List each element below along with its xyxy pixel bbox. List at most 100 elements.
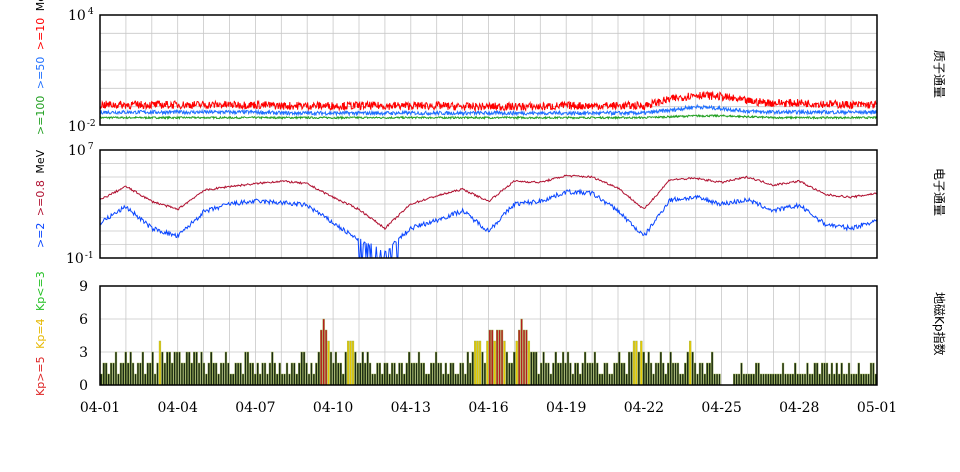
kp-bar: [864, 373, 868, 386]
kp-bar: [127, 362, 130, 386]
kp-bar: [483, 362, 487, 386]
kp-bar: [632, 340, 636, 386]
kp-bar: [393, 362, 396, 386]
kp-bar: [202, 362, 206, 386]
kp-bar: [461, 362, 465, 386]
kp-bar: [791, 373, 794, 386]
kp-bar: [364, 362, 367, 386]
kp-bar: [542, 351, 545, 386]
kp-bar: [273, 362, 276, 386]
kp-bar: [158, 340, 162, 386]
kp-bar: [784, 373, 787, 386]
kp-bar: [285, 362, 289, 386]
kp-side-label: 地磁Kp指数: [932, 292, 947, 356]
kp-bar: [232, 373, 235, 386]
kp-bar: [386, 362, 389, 386]
kp-bar: [835, 362, 838, 386]
kp-bar: [471, 351, 474, 386]
kp-bar: [149, 362, 152, 386]
x-tick-label: 04-25: [701, 400, 741, 416]
kp-bar: [845, 373, 848, 386]
kp-bar: [530, 351, 533, 386]
kp-bar: [151, 351, 154, 386]
kp-bar: [535, 351, 538, 386]
kp-bar: [456, 373, 460, 386]
kp-bar: [703, 373, 706, 386]
kp-bar: [557, 362, 560, 386]
kp-bar: [569, 362, 572, 386]
electron-side-label: 电子通量: [932, 168, 946, 216]
kp-bar: [288, 373, 291, 386]
kp-bar: [762, 373, 765, 386]
kp-bar: [811, 373, 814, 386]
kp-bar: [486, 340, 489, 386]
kp-bar: [813, 362, 816, 386]
kp-bar: [757, 362, 760, 386]
proton-ytick-top: 10 4: [68, 7, 94, 24]
kp-bar: [241, 373, 245, 386]
kp-bar: [447, 373, 450, 386]
kp-bar: [652, 373, 655, 386]
kp-bar: [219, 362, 223, 386]
kp-bar: [276, 373, 279, 386]
kp-bar: [525, 329, 528, 386]
kp-bar: [271, 351, 274, 386]
kp-bar: [266, 373, 269, 386]
kp-bar: [691, 351, 694, 386]
kp-bar: [588, 362, 592, 386]
kp-bar: [850, 373, 853, 386]
kp-bar: [564, 362, 567, 386]
electron-ytick-top: 10 7: [68, 142, 94, 159]
kp-bar: [781, 362, 785, 386]
kp-bar: [833, 373, 836, 386]
kp-bar: [620, 362, 623, 386]
kp-bar: [366, 351, 369, 386]
kp-bar: [662, 362, 665, 386]
kp-bar: [828, 373, 831, 386]
kp-bar: [109, 362, 113, 386]
kp-bar: [432, 362, 435, 386]
kp-bar: [163, 362, 166, 386]
kp-bar: [618, 351, 621, 386]
kp-bar: [647, 351, 650, 386]
kp-bar: [500, 329, 504, 386]
kp-bar: [794, 362, 797, 386]
kp-bar: [217, 373, 220, 386]
kp-bar: [344, 351, 347, 386]
kp-bar: [752, 373, 755, 386]
kp-bar: [439, 362, 443, 386]
kp-bar: [669, 351, 672, 386]
kp-bar: [698, 362, 702, 386]
kp-bar: [755, 362, 758, 386]
kp-bar: [803, 373, 807, 386]
kp-bar: [388, 373, 391, 386]
kp-bar: [674, 362, 677, 386]
kp-bar: [789, 373, 792, 386]
kp-bar: [444, 362, 447, 386]
kp-bar: [327, 340, 330, 386]
kp-bar: [251, 362, 254, 386]
kp-bar: [324, 329, 328, 386]
kp-bar: [224, 351, 228, 386]
kp-bar: [745, 373, 748, 386]
kp-bar: [527, 340, 531, 386]
kp-bar: [779, 373, 782, 386]
kp-bar: [667, 362, 670, 386]
kp-bar: [141, 351, 144, 386]
kp-bar: [437, 362, 440, 386]
kp-bar: [381, 373, 384, 386]
kp-bar: [307, 373, 311, 386]
kp-bar: [823, 362, 826, 386]
kp-bar: [210, 351, 213, 386]
kp-bar: [481, 351, 484, 386]
x-tick-label: 04-04: [158, 400, 198, 416]
kp-bar: [657, 362, 660, 386]
kp-bar: [383, 362, 386, 386]
kp-bar: [124, 351, 127, 386]
kp-bar: [586, 362, 589, 386]
kp-bar: [686, 351, 689, 386]
kp-bar: [398, 362, 401, 386]
kp-bar: [759, 373, 763, 386]
kp-bar: [122, 362, 125, 386]
kp-bar: [488, 329, 491, 386]
